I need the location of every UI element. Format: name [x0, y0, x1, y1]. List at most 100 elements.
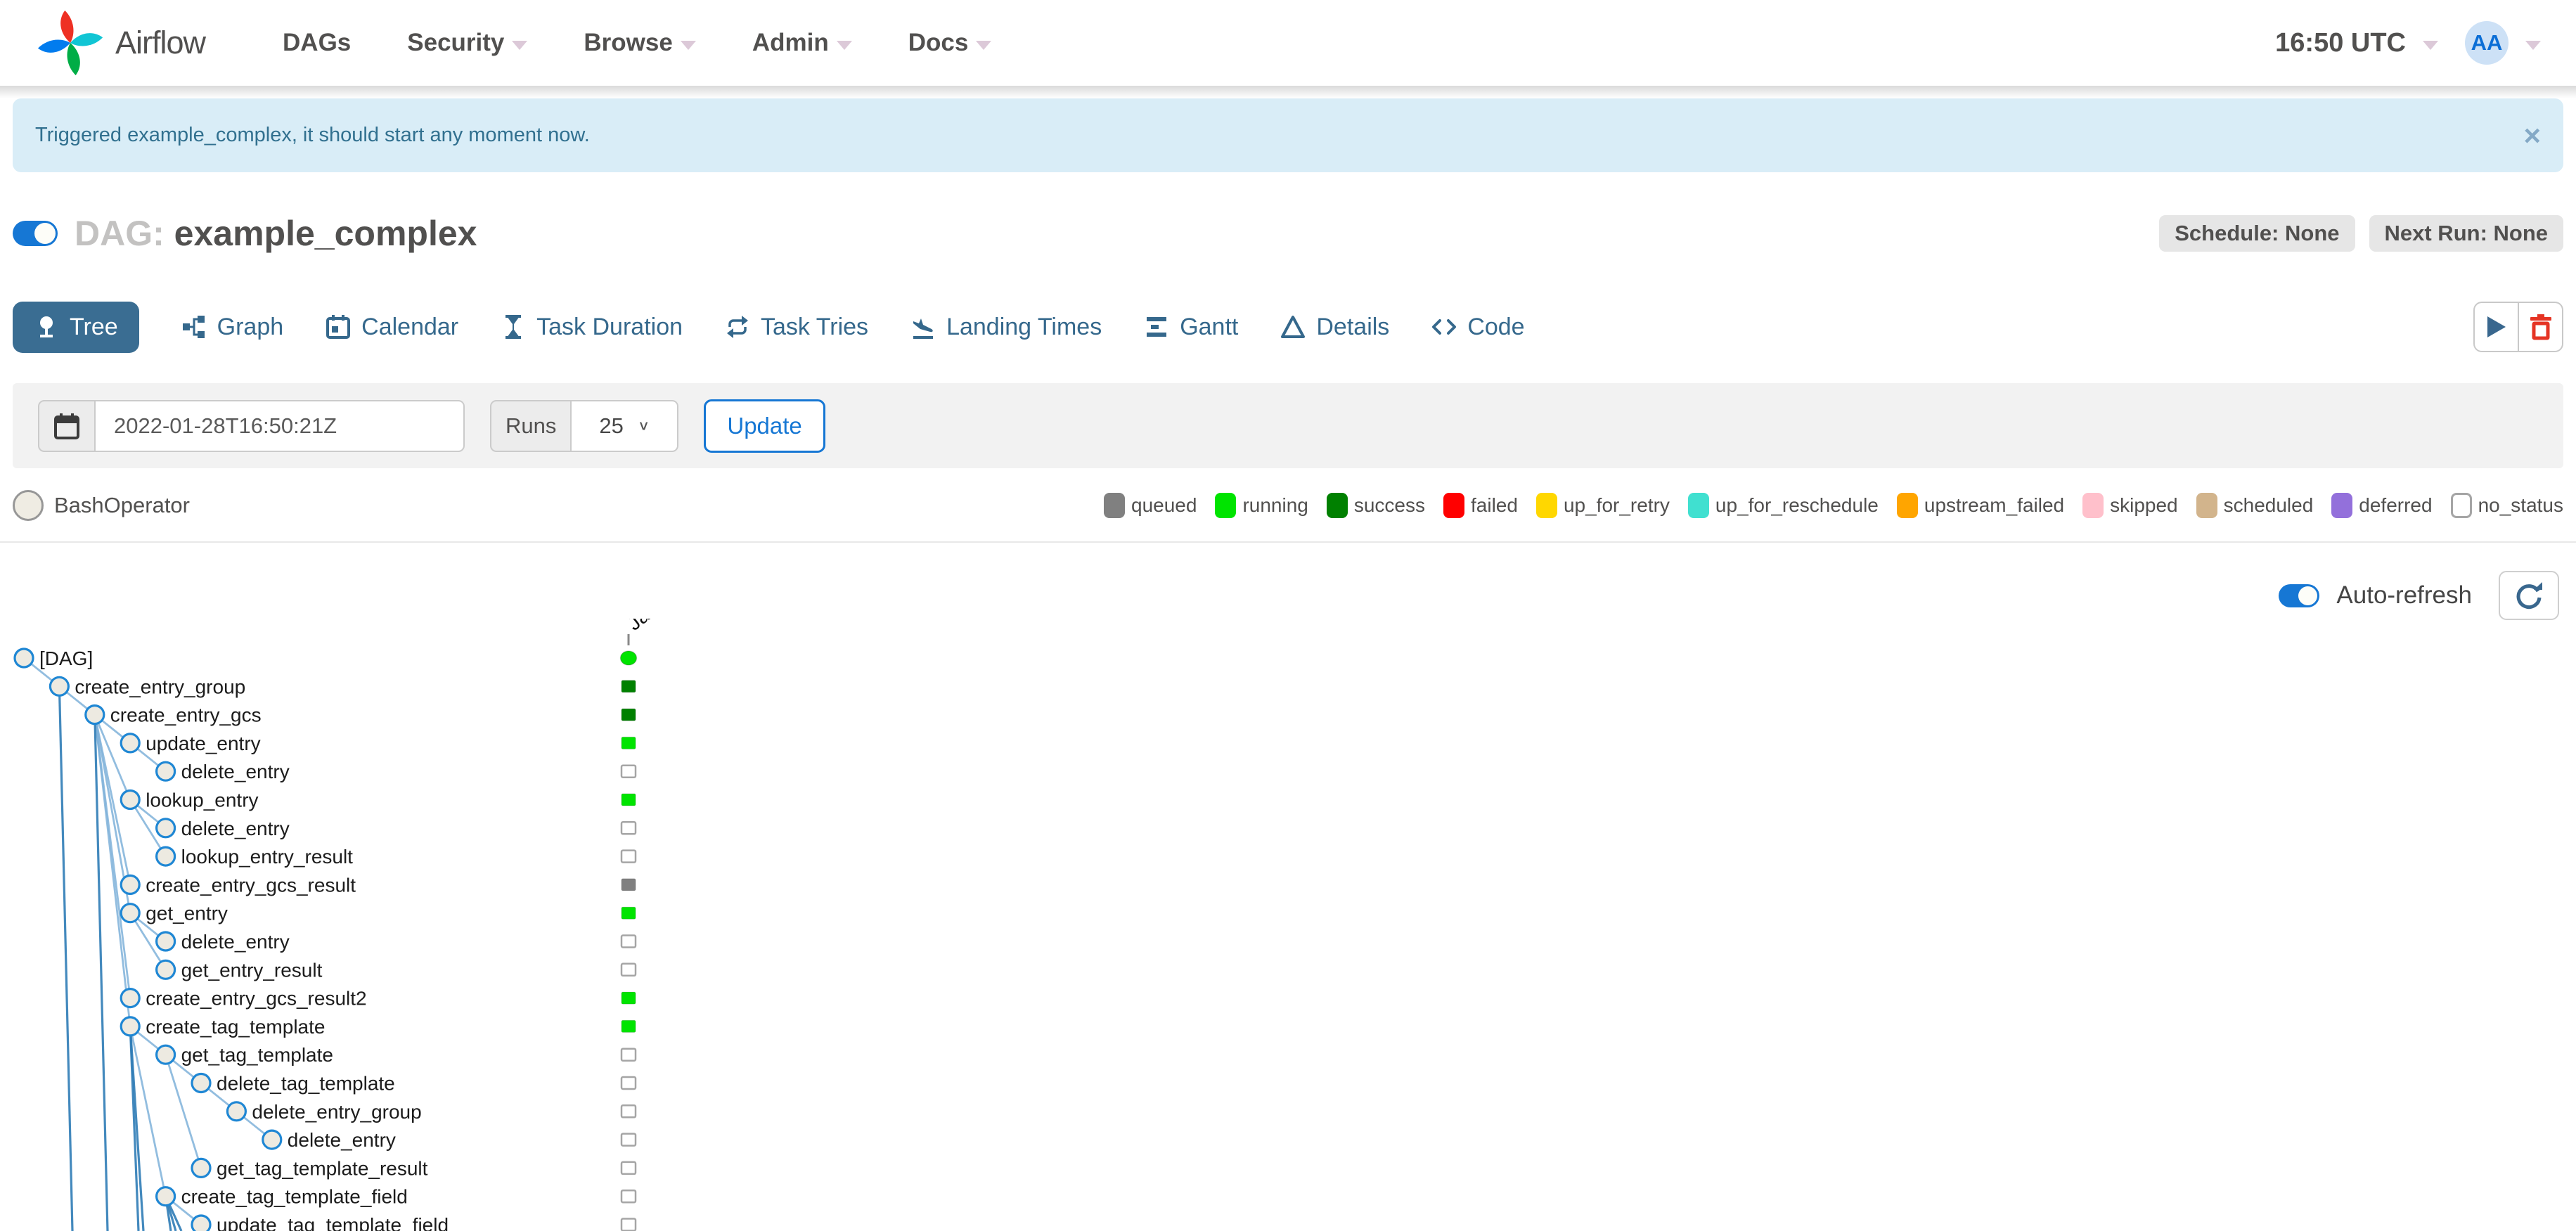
legend-status-scheduled[interactable]: scheduled: [2196, 493, 2313, 518]
nav-item-admin[interactable]: Admin: [752, 29, 852, 57]
utc-clock[interactable]: 16:50 UTC: [2275, 28, 2406, 58]
nav-item-docs[interactable]: Docs: [908, 29, 992, 57]
tab-details[interactable]: Details: [1280, 314, 1389, 341]
task-status-square[interactable]: [620, 764, 637, 778]
legend-status-no_status[interactable]: no_status: [2450, 493, 2563, 518]
task-name[interactable]: [DAG]: [39, 647, 93, 669]
task-node-circle[interactable]: [120, 903, 141, 924]
base-date-input[interactable]: [96, 399, 465, 452]
tree-task-node[interactable]: create_tag_template: [120, 1016, 636, 1038]
task-name[interactable]: delete_entry: [181, 761, 290, 782]
legend-status-up_for_retry[interactable]: up_for_retry: [1535, 493, 1670, 518]
tree-task-node[interactable]: delete_entry: [155, 931, 637, 953]
task-node-circle[interactable]: [49, 676, 70, 697]
task-name[interactable]: lookup_entry_result: [181, 846, 354, 868]
trigger-dag-button[interactable]: [2473, 302, 2518, 352]
task-name[interactable]: delete_entry: [181, 818, 290, 839]
airflow-brand[interactable]: Airflow: [37, 9, 206, 77]
legend-status-skipped[interactable]: skipped: [2082, 493, 2178, 518]
task-status-square[interactable]: [620, 962, 637, 977]
task-status-square[interactable]: [620, 934, 637, 948]
tree-task-node[interactable]: create_entry_group: [49, 676, 636, 697]
task-node-circle[interactable]: [155, 931, 176, 952]
task-name[interactable]: create_entry_group: [75, 676, 245, 697]
task-node-circle[interactable]: [155, 1186, 176, 1207]
task-name[interactable]: lookup_entry: [146, 789, 258, 811]
task-node-circle[interactable]: [120, 789, 141, 811]
tab-code[interactable]: Code: [1431, 314, 1525, 341]
task-status-square[interactable]: [620, 1133, 637, 1147]
task-name[interactable]: get_tag_template_result: [217, 1157, 428, 1179]
tree-task-node[interactable]: create_entry_gcs_result2: [120, 987, 636, 1010]
task-status-square[interactable]: [621, 708, 636, 721]
task-status-square[interactable]: [621, 1019, 636, 1033]
task-node-circle[interactable]: [155, 761, 176, 782]
task-status-square[interactable]: [621, 736, 636, 749]
task-name[interactable]: get_entry_result: [181, 959, 323, 981]
legend-status-success[interactable]: success: [1326, 493, 1425, 518]
tab-calendar[interactable]: Calendar: [326, 314, 458, 341]
tree-task-node[interactable]: create_entry_gcs: [84, 704, 636, 726]
task-name[interactable]: delete_entry: [181, 931, 290, 953]
task-name[interactable]: create_tag_template_field: [181, 1186, 408, 1208]
task-status-square[interactable]: [621, 906, 636, 920]
task-status-square[interactable]: [620, 1161, 637, 1175]
nav-item-security[interactable]: Security: [407, 29, 528, 57]
task-status-square[interactable]: [621, 991, 636, 1005]
task-name[interactable]: get_tag_template: [181, 1044, 333, 1066]
nav-item-dags[interactable]: DAGs: [283, 29, 351, 57]
tree-task-node[interactable]: create_tag_template_field: [155, 1186, 637, 1208]
tree-task-node[interactable]: update_entry: [120, 733, 636, 754]
task-name[interactable]: get_entry: [146, 903, 228, 924]
tree-task-node[interactable]: delete_tag_template: [191, 1072, 637, 1095]
task-node-circle[interactable]: [120, 1016, 141, 1037]
task-status-square[interactable]: [620, 1076, 637, 1090]
task-node-circle[interactable]: [191, 1072, 212, 1094]
task-node-circle[interactable]: [13, 647, 34, 669]
task-status-square[interactable]: [620, 821, 637, 835]
task-name[interactable]: delete_entry: [288, 1129, 396, 1151]
task-name[interactable]: create_tag_template: [146, 1016, 325, 1038]
task-name[interactable]: create_entry_gcs_result: [146, 874, 356, 896]
dag-pause-toggle[interactable]: [13, 221, 58, 246]
tree-task-node[interactable]: delete_entry: [155, 818, 637, 839]
task-name[interactable]: delete_tag_template: [217, 1073, 395, 1095]
task-status-square[interactable]: [620, 1048, 637, 1062]
tab-task-duration[interactable]: Task Duration: [501, 314, 683, 341]
legend-status-running[interactable]: running: [1215, 493, 1308, 518]
tab-gantt[interactable]: Gantt: [1144, 314, 1238, 341]
tree-task-node[interactable]: [DAG]: [13, 647, 638, 669]
tree-task-node[interactable]: lookup_entry: [120, 789, 636, 811]
alert-close-icon[interactable]: ×: [2523, 120, 2541, 150]
tab-landing-times[interactable]: Landing Times: [910, 314, 1102, 341]
task-node-circle[interactable]: [120, 874, 141, 895]
tab-tree[interactable]: Tree: [13, 301, 139, 353]
task-node-circle[interactable]: [155, 846, 176, 867]
update-button[interactable]: Update: [704, 399, 825, 453]
tree-task-node[interactable]: delete_entry: [155, 761, 637, 782]
task-status-square[interactable]: [621, 878, 636, 891]
tree-task-node[interactable]: get_tag_template_result: [191, 1157, 637, 1179]
delete-dag-button[interactable]: [2518, 302, 2563, 352]
task-status-square[interactable]: [621, 680, 636, 693]
tree-task-node[interactable]: get_tag_template: [155, 1044, 637, 1066]
legend-status-deferred[interactable]: deferred: [2331, 493, 2433, 518]
autorefresh-toggle[interactable]: [2279, 584, 2320, 607]
task-node-circle[interactable]: [191, 1214, 212, 1231]
tree-task-node[interactable]: get_entry: [120, 903, 636, 924]
tree-task-node[interactable]: update_tag_template_field: [191, 1214, 637, 1231]
num-runs-select[interactable]: 25 ∨: [572, 399, 679, 452]
nav-item-browse[interactable]: Browse: [584, 29, 696, 57]
legend-status-queued[interactable]: queued: [1104, 493, 1197, 518]
task-node-circle[interactable]: [155, 818, 176, 839]
task-name[interactable]: update_entry: [146, 733, 260, 754]
task-node-circle[interactable]: [120, 987, 141, 1009]
task-status-square[interactable]: [620, 849, 637, 863]
task-name[interactable]: create_entry_gcs_result2: [146, 988, 366, 1010]
task-status-square[interactable]: [621, 793, 636, 806]
task-node-circle[interactable]: [120, 733, 141, 754]
tree-task-node[interactable]: lookup_entry_result: [155, 846, 637, 868]
task-node-circle[interactable]: [84, 704, 105, 726]
task-status-square[interactable]: [620, 1218, 637, 1231]
tab-graph[interactable]: Graph: [181, 314, 283, 341]
